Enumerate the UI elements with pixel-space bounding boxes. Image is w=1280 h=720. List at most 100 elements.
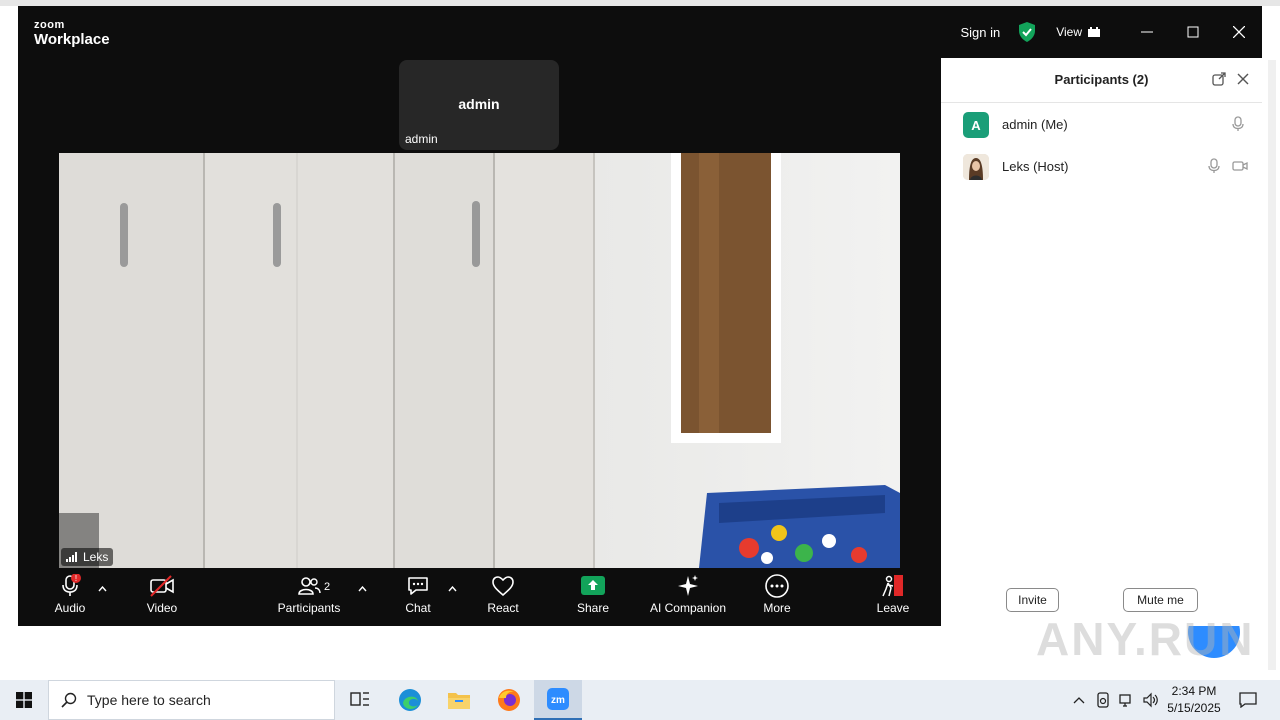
webcam-feed-image <box>59 153 900 568</box>
background-scrollbar[interactable] <box>1268 60 1276 670</box>
thumbnail-name: admin <box>458 96 500 112</box>
chevron-up-icon <box>1073 697 1085 704</box>
heart-icon <box>492 576 514 597</box>
edge-taskbar-button[interactable] <box>386 680 434 720</box>
ai-sparkle-icon <box>678 575 698 596</box>
edge-browser-icon <box>399 689 421 711</box>
windows-logo-icon <box>16 692 32 708</box>
speaker-volume-icon <box>1143 692 1158 708</box>
leave-button[interactable]: Leave <box>858 574 928 615</box>
zoom-workplace-logo: zoom Workplace <box>34 19 110 49</box>
search-placeholder: Type here to search <box>87 692 211 708</box>
chevron-up-icon <box>448 585 457 592</box>
view-button[interactable]: View <box>1056 25 1100 39</box>
sign-in-link[interactable]: Sign in <box>960 25 1000 40</box>
firefox-taskbar-button[interactable] <box>485 680 533 720</box>
svg-text:zm: zm <box>551 695 565 706</box>
camera-icon[interactable] <box>1232 158 1248 174</box>
tray-app-button[interactable] <box>1092 680 1114 720</box>
pop-out-icon[interactable] <box>1212 72 1226 86</box>
audio-options-caret[interactable] <box>98 584 107 595</box>
mute-me-button[interactable]: Mute me <box>1123 588 1198 612</box>
chat-icon <box>408 577 428 595</box>
firefox-icon <box>498 689 520 711</box>
zoom-taskbar-button[interactable]: zm <box>534 680 582 720</box>
chat-button[interactable]: Chat <box>383 574 453 615</box>
more-dots-icon <box>765 574 789 598</box>
video-button[interactable]: Video <box>127 574 197 615</box>
close-window-button[interactable] <box>1216 6 1262 58</box>
zoom-window: zoom Workplace Sign in View admin admin … <box>18 6 1262 626</box>
microphone-icon: ! <box>62 574 81 596</box>
participants-button[interactable]: Participants <box>274 574 344 615</box>
maximize-icon <box>1187 26 1199 38</box>
minimize-icon <box>1141 31 1153 33</box>
participants-options-caret[interactable] <box>358 584 367 595</box>
zoom-app-icon: zm <box>547 688 569 710</box>
task-view-button[interactable] <box>336 680 384 720</box>
chevron-up-icon <box>98 585 107 592</box>
network-button[interactable] <box>1116 680 1138 720</box>
volume-button[interactable] <box>1140 680 1162 720</box>
chat-label: Chat <box>405 601 431 615</box>
participant-name: Leks (Host) <box>1002 159 1069 174</box>
audio-alert-badge: ! <box>75 574 77 583</box>
leave-label: Leave <box>876 601 910 615</box>
share-screen-icon <box>581 576 605 595</box>
title-bar-controls: Sign in View <box>960 6 1262 58</box>
meeting-toolbar: ! Audio Video Participants 2 Chat React … <box>18 568 941 626</box>
participants-panel-header: Participants (2) <box>941 58 1262 103</box>
speaker-name-tag: Leks <box>61 548 114 566</box>
notifications-button[interactable] <box>1234 680 1262 720</box>
title-bar: zoom Workplace Sign in View <box>18 6 1262 58</box>
microphone-muted-icon[interactable] <box>1230 116 1246 132</box>
ai-companion-button[interactable]: AI Companion <box>643 574 733 615</box>
audio-button[interactable]: ! Audio <box>35 574 105 615</box>
chat-options-caret[interactable] <box>448 584 457 595</box>
video-off-icon <box>150 575 174 597</box>
participant-row-admin[interactable]: A admin (Me) <box>941 104 1262 144</box>
participants-count: 2 <box>324 581 331 593</box>
react-label: React <box>487 601 519 615</box>
participants-label: Participants <box>277 601 341 615</box>
folder-icon <box>448 693 470 709</box>
invite-button[interactable]: Invite <box>1006 588 1059 612</box>
microphone-muted-icon[interactable] <box>1206 158 1222 174</box>
profile-photo-image <box>963 154 989 180</box>
avatar: A <box>963 112 989 138</box>
show-hidden-icons-button[interactable] <box>1068 680 1090 720</box>
start-button[interactable] <box>0 680 48 720</box>
participants-icon <box>298 577 321 595</box>
ai-companion-label: AI Companion <box>649 601 727 615</box>
tray-device-icon <box>1097 692 1109 708</box>
anyrun-watermark: ANY.RUN <box>1036 613 1255 665</box>
taskbar-clock[interactable]: 2:34 PM 5/15/2025 <box>1160 683 1228 717</box>
connection-signal-icon <box>66 552 77 562</box>
participant-row-leks[interactable]: Leks (Host) <box>941 146 1262 186</box>
participants-panel: Participants (2) A admin (Me) Leks (Host… <box>941 58 1262 626</box>
leave-door-icon <box>882 575 903 597</box>
taskbar-search-box[interactable]: Type here to search <box>48 680 335 720</box>
windows-taskbar: Type here to search zm 2:34 PM 5/15/2025 <box>0 680 1280 720</box>
react-button[interactable]: React <box>468 574 538 615</box>
more-button[interactable]: More <box>742 574 812 615</box>
admin-video-thumbnail[interactable]: admin admin <box>399 60 559 150</box>
avatar <box>963 154 989 180</box>
network-icon <box>1119 694 1131 707</box>
logo-zoom-text: zoom <box>34 19 65 31</box>
clock-time: 2:34 PM <box>1171 684 1217 698</box>
notification-icon <box>1239 692 1257 708</box>
thumbnail-label: admin <box>405 132 438 146</box>
chevron-up-icon <box>358 585 367 592</box>
maximize-button[interactable] <box>1170 6 1216 58</box>
file-explorer-taskbar-button[interactable] <box>435 680 483 720</box>
minimize-button[interactable] <box>1124 6 1170 58</box>
close-panel-icon[interactable] <box>1236 72 1250 86</box>
share-button[interactable]: Share <box>558 574 628 615</box>
encryption-shield-icon[interactable] <box>1018 22 1036 42</box>
audio-label: Audio <box>54 601 86 615</box>
active-speaker-video[interactable]: Leks <box>59 153 900 568</box>
meeting-view: admin admin Leks <box>18 58 941 568</box>
view-label: View <box>1056 25 1082 39</box>
grid-view-icon <box>1088 27 1100 37</box>
